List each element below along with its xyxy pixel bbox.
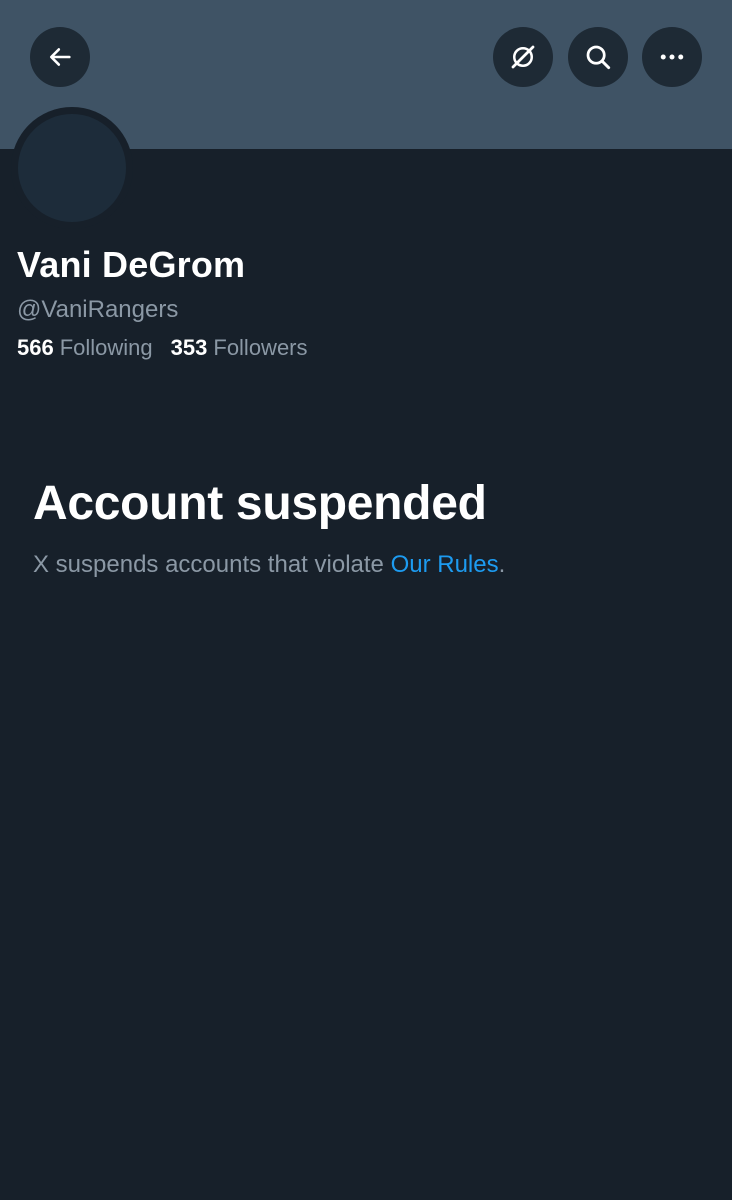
suspension-text-suffix: . [498,551,506,578]
followers-count: 353 [170,335,208,360]
grok-button[interactable] [493,27,553,87]
suspension-text-prefix: X suspends accounts that violate [33,551,391,578]
arrow-left-icon [49,48,71,66]
followers-label: Followers [213,335,308,360]
search-icon [586,45,611,70]
followers-link[interactable]: 353 Followers [171,335,308,361]
suspension-title: Account suspended [33,477,487,530]
avatar[interactable] [18,114,126,222]
our-rules-link[interactable]: Our Rules [391,551,499,578]
grok-icon [511,45,535,69]
display-name: Vani DeGrom [17,244,246,285]
more-horizontal-icon [660,54,684,60]
profile-stats: 566 Following 353 Followers [17,335,308,361]
following-count: 566 [17,335,54,360]
search-button[interactable] [568,27,628,87]
following-label: Following [59,335,153,360]
user-handle: @VaniRangers [17,296,179,323]
suspension-message: X suspends accounts that violate Our Rul… [33,551,505,579]
following-link[interactable]: 566 Following [17,335,153,361]
more-button[interactable] [642,27,702,87]
back-button[interactable] [30,27,90,87]
